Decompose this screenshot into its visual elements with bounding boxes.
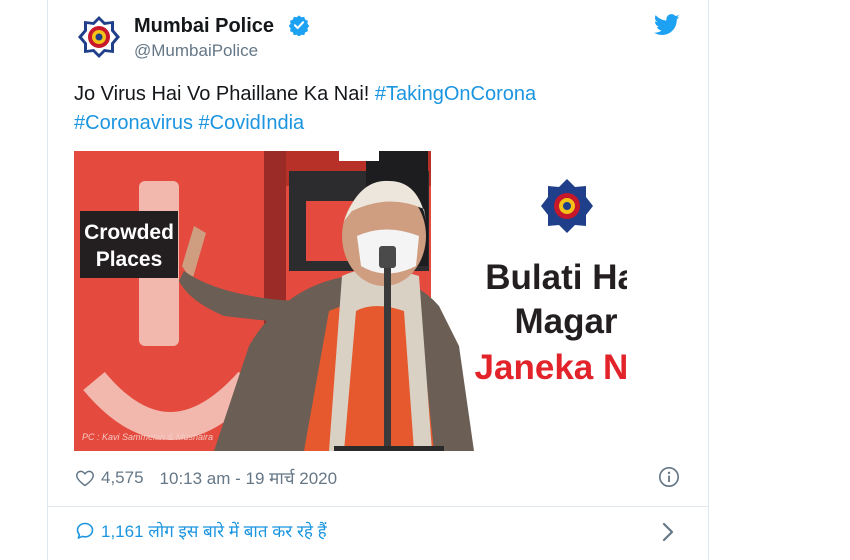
police-emblem-icon: [541, 179, 593, 233]
tweet-timestamp[interactable]: 10:13 am - 19 मार्च 2020: [160, 466, 338, 489]
tweet-body: Jo Virus Hai Vo Phaillane Ka Nai!: [74, 83, 375, 105]
hashtag-link[interactable]: #TakingOnCorona: [375, 83, 536, 105]
headline-line-2: Magar: [514, 302, 617, 341]
sign-line-1: Crowded: [84, 221, 174, 244]
hashtag-link[interactable]: #CovidIndia: [199, 112, 305, 134]
headline-line-3: Janeka Nai: [475, 348, 627, 387]
police-logo-icon[interactable]: [77, 15, 121, 59]
conversation-text[interactable]: 1,161 लोग इस बारे में बात कर रहे हैं: [101, 519, 327, 542]
verified-badge-icon: [288, 15, 310, 36]
chevron-right-icon[interactable]: [661, 521, 675, 543]
heart-icon[interactable]: [75, 468, 95, 488]
twitter-bird-icon[interactable]: [654, 14, 680, 36]
tweet-media-image[interactable]: Crowded Places Bulati Hai Magar Janeka N…: [74, 151, 627, 451]
sign-line-2: Places: [96, 248, 163, 271]
info-icon[interactable]: [658, 466, 680, 488]
conversation-link[interactable]: 1,161 लोग इस बारे में बात कर रहे हैं: [75, 519, 327, 542]
headline-line-1: Bulati Hai: [485, 258, 627, 297]
photo-credit: PC : Kavi Sammelan & Mushaira: [82, 432, 213, 442]
reply-bubble-icon: [76, 522, 94, 539]
divider: [48, 506, 708, 507]
tweet-text: Jo Virus Hai Vo Phaillane Ka Nai! #Takin…: [74, 80, 674, 138]
tweet-card: Mumbai Police @MumbaiPolice Jo Virus Hai…: [47, 0, 709, 560]
like-count[interactable]: 4,575: [101, 468, 144, 488]
hashtag-link[interactable]: #Coronavirus: [74, 112, 193, 134]
account-name[interactable]: Mumbai Police: [134, 15, 274, 38]
tweet-meta: 4,575 10:13 am - 19 मार्च 2020: [75, 466, 337, 489]
account-handle[interactable]: @MumbaiPolice: [134, 41, 258, 61]
